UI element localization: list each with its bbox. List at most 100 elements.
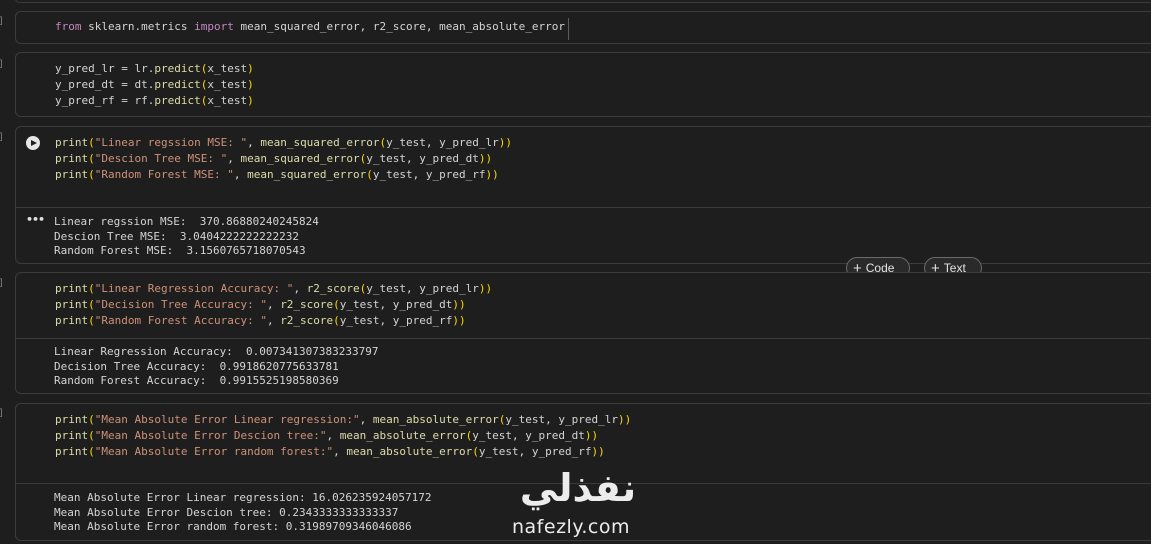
code-line[interactable]: y_pred_lr = lr.predict(x_test) [55,61,254,77]
code-token: ( [472,445,479,458]
code-token: )) [485,168,499,181]
output-line: Mean Absolute Error Linear regression: 1… [54,491,432,504]
code-line[interactable]: print("Mean Absolute Error Linear regres… [55,412,631,428]
code-line[interactable]: print("Mean Absolute Error Descion tree:… [55,428,598,444]
code-token: print [55,314,89,327]
run-cell-button[interactable] [26,136,40,150]
code-token: print [55,152,89,165]
code-token: , [326,429,340,442]
code-token: ) [247,78,254,91]
code-token: ( [88,314,95,327]
code-token: ( [88,282,95,295]
code-token: )) [478,152,493,165]
play-icon [31,140,37,146]
code-token: print [55,298,89,311]
code-token: ( [88,298,95,311]
code-line[interactable]: print("Decision Tree Accuracy: ", r2_sco… [55,297,466,313]
code-token: sklearn.metrics [81,20,195,33]
code-token: mean_squared_error [260,136,380,149]
cell-gutter-mark: ] [0,15,3,25]
code-token: , [227,152,241,165]
output-line: Mean Absolute Error random forest: 0.319… [54,520,412,533]
code-token: print [55,429,89,442]
code-token: "Descion Tree MSE: " [94,152,228,165]
code-token: y_pred_dt = dt. [55,78,155,91]
editor-ruler [568,18,569,40]
code-token: mean_squared_error [247,168,367,181]
code-token: ( [88,413,95,426]
code-token: y_test, y_pred_lr [386,136,499,149]
code-token: , [333,445,347,458]
code-token: "Linear Regression Accuracy: " [94,282,294,295]
cell-gutter-mark: ] [0,407,3,417]
code-token: print [55,168,89,181]
code-token: mean_absolute_error [372,413,499,426]
code-token: )) [498,136,513,149]
code-token: )) [591,445,605,458]
code-token: y_test, y_pred_dt [366,152,479,165]
code-token: ( [88,168,95,181]
code-token: )) [617,413,632,426]
code-token: y_test, y_pred_lr [366,282,479,295]
code-token: , [359,413,373,426]
code-token: y_test, y_pred_rf [478,445,592,458]
code-line[interactable]: print("Mean Absolute Error random forest… [55,444,605,460]
code-token: r2_score [306,282,360,295]
code-line[interactable]: y_pred_dt = dt.predict(x_test) [55,77,254,93]
code-token: )) [478,282,493,295]
output-divider [16,207,1151,208]
code-token: y_pred_rf = rf. [55,94,155,107]
output-line: Decision Tree Accuracy: 0.99186207756337… [54,360,339,373]
code-token: mean_squared_error, r2_score, mean_absol… [233,20,565,33]
output-line: Random Forest MSE: 3.1560765718070543 [54,244,306,257]
code-cell-r2[interactable]: print("Linear Regression Accuracy: ", r2… [15,272,1151,394]
code-token: from [55,20,82,33]
code-line[interactable]: print("Linear regssion MSE: ", mean_squa… [55,135,512,151]
code-token: , [266,298,281,311]
code-token: , [293,282,307,295]
code-token: , [266,314,281,327]
code-token: )) [452,298,466,311]
code-line[interactable]: print("Descion Tree MSE: ", mean_squared… [55,151,492,167]
output-divider [16,338,1151,339]
code-token: predict [154,94,201,107]
output-line: Descion Tree MSE: 3.0404222222222232 [54,230,300,243]
code-token: y_test, y_pred_dt [472,429,585,442]
code-cell-imports[interactable]: from sklearn.metrics import mean_squared… [15,11,1151,44]
code-token: print [55,136,89,149]
code-token: r2_score [280,298,334,311]
code-token: "Mean Absolute Error Linear regression:" [94,413,360,426]
code-line[interactable]: print("Random Forest Accuracy: ", r2_sco… [55,313,466,329]
code-token: "Decision Tree Accuracy: " [94,298,267,311]
output-line: Random Forest Accuracy: 0.99155251985803… [54,374,339,387]
output-line: Mean Absolute Error Descion tree: 0.2343… [54,506,399,519]
code-line[interactable]: y_pred_rf = rf.predict(x_test) [55,93,254,109]
code-cell-mse[interactable]: print("Linear regssion MSE: ", mean_squa… [15,126,1151,264]
code-token: y_test, y_pred_lr [505,413,618,426]
code-token: print [55,413,89,426]
code-token: mean_absolute_error [339,429,466,442]
cell-gutter-mark: ] [0,131,3,141]
output-menu-icon[interactable]: ••• [26,213,45,226]
output-line: Linear regssion MSE: 370.86880240245824 [54,215,319,228]
code-token: "Linear regssion MSE: " [94,136,248,149]
code-cell-predictions[interactable]: y_pred_lr = lr.predict(x_test) y_pred_dt… [15,52,1151,117]
code-token: y_test, y_pred_rf [339,314,453,327]
code-token: ( [88,429,95,442]
output-line: Linear Regression Accuracy: 0.0073413073… [54,345,379,358]
code-token: ( [88,136,95,149]
code-line[interactable]: print("Linear Regression Accuracy: ", r2… [55,281,492,297]
code-token: , [233,168,248,181]
code-token: x_test [207,62,248,75]
code-token: predict [154,78,201,91]
code-token: ( [333,298,340,311]
watermark-url: nafezly.com [512,516,630,538]
previous-cell[interactable] [15,0,1151,3]
cell-gutter-mark: ] [0,58,3,68]
code-token: "Mean Absolute Error Descion tree:" [94,429,327,442]
code-token: import [194,20,234,33]
code-token: mean_absolute_error [346,445,473,458]
code-line[interactable]: from sklearn.metrics import mean_squared… [55,19,565,35]
code-line[interactable]: print("Random Forest MSE: ", mean_square… [55,167,499,183]
code-token: "Random Forest Accuracy: " [94,314,267,327]
